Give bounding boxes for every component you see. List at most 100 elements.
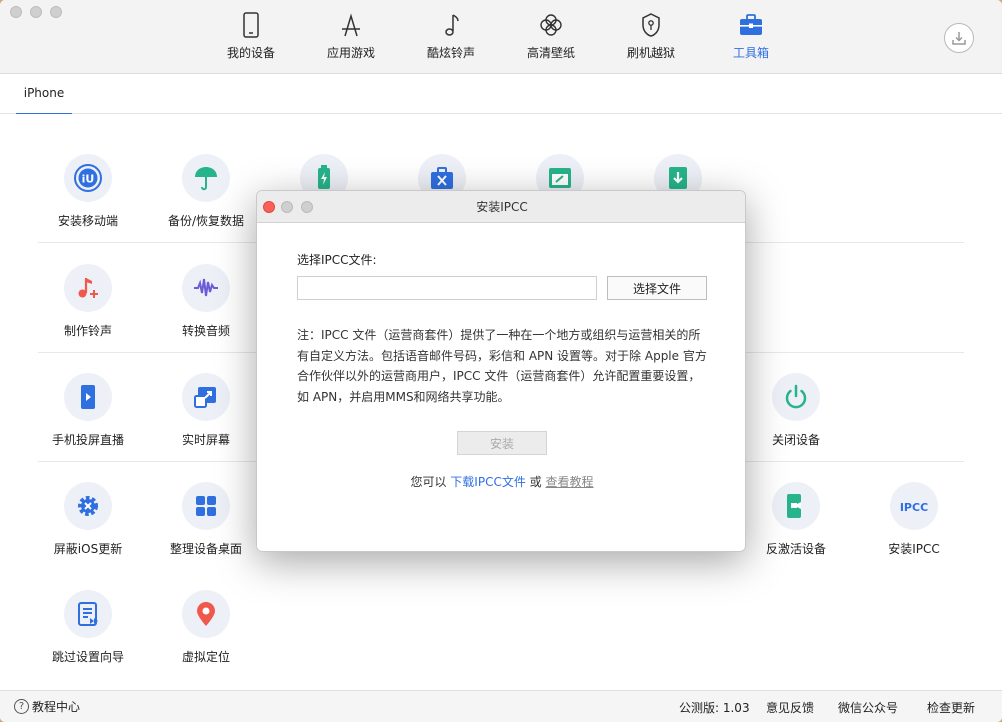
- nav-jailbreak[interactable]: 刷机越狱: [606, 12, 696, 64]
- nav-label: 刷机越狱: [626, 46, 675, 60]
- version-label: 公测版: 1.03: [679, 701, 750, 715]
- tool-icon-bg: [772, 373, 820, 421]
- flower-icon: [540, 14, 562, 36]
- repair-kit-icon: [431, 167, 453, 189]
- status-bar: ? 教程中心 公测版: 1.03 意见反馈 微信公众号 检查更新: [0, 690, 1002, 722]
- tool-label: 屏蔽iOS更新: [53, 542, 123, 556]
- tool-install-mobile[interactable]: iU 安装移动端: [28, 154, 148, 244]
- tool-label: 手机投屏直播: [51, 433, 124, 447]
- checklist-icon: [78, 602, 98, 626]
- tool-realtime-screen[interactable]: 实时屏幕: [146, 373, 266, 463]
- install-ipcc-dialog: 安装IPCC 选择IPCC文件: 选择文件 注：IPCC 文件（运营商套件）提供…: [256, 190, 746, 552]
- tool-icon-bg: [64, 264, 112, 312]
- install-button[interactable]: 安装: [457, 431, 547, 455]
- tool-icon-bg: [64, 482, 112, 530]
- note-line: 注：IPCC 文件（运营商套件）提供了一种在一个地方或组织与运营相关的所: [297, 328, 701, 342]
- tool-deactivate-device[interactable]: 反激活设备: [736, 482, 856, 572]
- tool-icon-bg: [182, 154, 230, 202]
- music-note-icon: [445, 14, 459, 36]
- ipcc-icon-text: IPCC: [900, 501, 928, 514]
- help-label: 教程中心: [32, 700, 81, 714]
- help-links: 您可以 下载IPCC文件 或 查看教程: [257, 473, 745, 490]
- tool-icon-bg: [182, 264, 230, 312]
- tool-convert-audio[interactable]: 转换音频: [146, 264, 266, 354]
- tool-shutdown-device[interactable]: 关闭设备: [736, 373, 856, 463]
- tool-icon-bg: iU: [64, 154, 112, 202]
- ipcc-icon: IPCC: [900, 501, 928, 514]
- nav-ringtones[interactable]: 酷炫铃声: [406, 12, 496, 64]
- wechat-link[interactable]: 微信公众号: [838, 699, 898, 716]
- phone-video-icon: [787, 494, 801, 518]
- minimize-window-button[interactable]: [30, 6, 42, 18]
- tool-label: 整理设备桌面: [169, 542, 242, 556]
- nav-apps-games[interactable]: 应用游戏: [306, 12, 396, 64]
- waveform-icon: [194, 278, 218, 297]
- tool-backup-restore[interactable]: 备份/恢复数据: [146, 154, 266, 244]
- music-plus-icon: [78, 278, 98, 298]
- nav-wallpapers[interactable]: 高清壁纸: [506, 12, 596, 64]
- note-line: 合作伙伴以外的运营商用户，IPCC 文件（运营商套件）允许配置重要设置，: [297, 369, 701, 383]
- tool-icon-bg: [64, 590, 112, 638]
- tool-virtual-location[interactable]: 虚拟定位: [146, 590, 266, 680]
- tool-label: 备份/恢复数据: [167, 214, 245, 228]
- nav-label: 酷炫铃声: [426, 46, 475, 60]
- tool-install-ipcc[interactable]: IPCC 安装IPCC: [854, 482, 974, 572]
- ipcc-file-path-input[interactable]: [297, 276, 597, 300]
- umbrella-icon: [195, 167, 217, 191]
- tool-label: 跳过设置向导: [51, 650, 124, 664]
- tool-label: 转换音频: [181, 324, 230, 338]
- tool-icon-bg: [64, 373, 112, 421]
- file-label: 选择IPCC文件:: [297, 253, 377, 267]
- tool-block-ios-update[interactable]: 屏蔽iOS更新: [28, 482, 148, 572]
- location-pin-icon: [197, 602, 215, 626]
- download-ipcc-link[interactable]: 下载IPCC文件: [450, 475, 526, 489]
- dialog-title: 安装IPCC: [476, 200, 528, 214]
- note-line: 如 APN，并启用MMS和网络共享功能。: [297, 389, 510, 404]
- title-bar: 我的设备 应用游戏 酷炫铃声 高清壁纸 刷机越狱 工具箱: [0, 0, 1002, 74]
- tool-label: 虚拟定位: [181, 650, 230, 664]
- tab-iphone[interactable]: iPhone: [16, 74, 72, 115]
- tool-label: 安装IPCC: [888, 542, 940, 556]
- svg-text:iU: iU: [82, 173, 95, 186]
- help-center-link[interactable]: ? 教程中心: [14, 698, 80, 716]
- download-box-icon: [669, 167, 687, 189]
- shield-key-icon: [642, 13, 660, 37]
- check-update-link[interactable]: 检查更新: [927, 699, 975, 716]
- view-tutorial-link[interactable]: 查看教程: [546, 475, 594, 489]
- grid-icon: [196, 496, 216, 516]
- nav-toolbox[interactable]: 工具箱: [706, 12, 796, 64]
- ipcc-note: 注：IPCC 文件（运营商套件）提供了一种在一个地方或组织与运营相关的所 有自定…: [297, 325, 707, 407]
- zoom-window-button[interactable]: [50, 6, 62, 18]
- toolbox-icon: [740, 14, 762, 35]
- nav-label: 高清壁纸: [526, 46, 575, 60]
- nav-label: 我的设备: [226, 46, 275, 60]
- tool-label: 反激活设备: [765, 542, 826, 556]
- tool-label: 制作铃声: [63, 324, 112, 338]
- tool-skip-setup[interactable]: 跳过设置向导: [28, 590, 148, 680]
- download-manager-button[interactable]: [944, 23, 974, 53]
- iu-app-icon: iU: [74, 164, 102, 192]
- close-window-button[interactable]: [10, 6, 22, 18]
- tool-icon-bg: [182, 482, 230, 530]
- tool-icon-bg: [182, 373, 230, 421]
- tool-icon-bg: [772, 482, 820, 530]
- choose-file-button[interactable]: 选择文件: [607, 276, 707, 300]
- note-line: 有自定义方法。包括语音邮件号码，彩信和 APN 设置等。对于除 Apple 官方: [297, 348, 707, 363]
- tool-make-ringtone[interactable]: 制作铃声: [28, 264, 148, 354]
- tool-icon-bg: IPCC: [890, 482, 938, 530]
- tool-organize-desktop[interactable]: 整理设备桌面: [146, 482, 266, 572]
- nav-my-device[interactable]: 我的设备: [206, 12, 296, 64]
- tool-icon-bg: [182, 590, 230, 638]
- tool-label: 关闭设备: [771, 433, 820, 447]
- phone-icon: [243, 12, 259, 38]
- nav-label: 工具箱: [732, 46, 769, 60]
- tool-label: 安装移动端: [57, 214, 118, 228]
- dialog-title-bar: 安装IPCC: [257, 191, 745, 223]
- device-tab-bar: iPhone: [0, 74, 1002, 115]
- nav-label: 应用游戏: [326, 46, 375, 60]
- feedback-link[interactable]: 意见反馈: [766, 699, 814, 716]
- screen-expand-icon: [194, 387, 216, 408]
- tool-screen-cast-live[interactable]: 手机投屏直播: [28, 373, 148, 463]
- phone-play-icon: [81, 385, 95, 409]
- download-icon: [952, 32, 966, 45]
